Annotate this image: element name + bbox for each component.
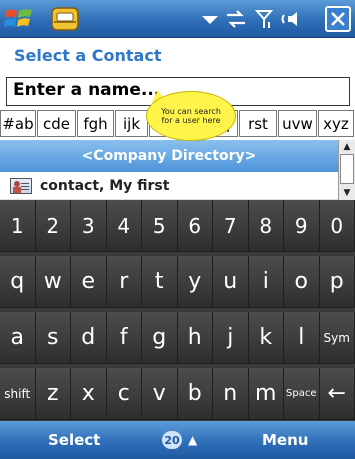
key-l[interactable]: l [284, 312, 320, 364]
input-panel-number: 20 [162, 431, 182, 449]
bottom-menu-bar: Select 20 ▲ Menu [0, 421, 355, 459]
key-1[interactable]: 1 [0, 200, 36, 252]
key-h[interactable]: h [177, 312, 213, 364]
key-m[interactable]: m [248, 368, 284, 420]
data-sync-icon [227, 10, 245, 28]
key-3[interactable]: 3 [71, 200, 107, 252]
group-tab-fgh[interactable]: fgh [77, 110, 114, 137]
key-c[interactable]: c [106, 368, 142, 420]
scroll-thumb[interactable] [340, 154, 354, 184]
key-t[interactable]: t [142, 256, 178, 308]
start-button[interactable] [2, 4, 40, 34]
group-tab-ab[interactable]: #ab [0, 110, 36, 137]
status-bar [0, 0, 355, 38]
key-shift[interactable]: shift [0, 368, 36, 420]
key-q[interactable]: q [0, 256, 36, 308]
key-z[interactable]: z [35, 368, 71, 420]
key-4[interactable]: 4 [106, 200, 142, 252]
keyboard-row-qwerty: q w e r t y u i o p [0, 256, 355, 308]
key-a[interactable]: a [0, 312, 36, 364]
key-0[interactable]: 0 [319, 200, 355, 252]
key-u[interactable]: u [213, 256, 249, 308]
key-6[interactable]: 6 [177, 200, 213, 252]
windows-start-icon [4, 9, 32, 27]
scroll-down-arrow-icon[interactable]: ▼ [339, 186, 355, 200]
key-space[interactable]: Space [284, 368, 320, 420]
close-icon [331, 12, 345, 26]
key-x[interactable]: x [71, 368, 107, 420]
key-k[interactable]: k [248, 312, 284, 364]
list-scrollbar[interactable]: ▲ ▼ [338, 140, 355, 200]
close-button[interactable] [325, 6, 351, 32]
input-panel-button[interactable]: 20 ▲ [162, 429, 216, 451]
key-v[interactable]: v [142, 368, 178, 420]
key-i[interactable]: i [248, 256, 284, 308]
search-tooltip: You can search for a user here [146, 91, 236, 141]
key-g[interactable]: g [142, 312, 178, 364]
key-n[interactable]: n [213, 368, 249, 420]
signal-arrow-icon [202, 16, 218, 24]
key-8[interactable]: 8 [248, 200, 284, 252]
group-tab-cde[interactable]: cde [37, 110, 76, 137]
group-tab-uvw[interactable]: uvw [278, 110, 317, 137]
group-tab-xyz[interactable]: xyz [318, 110, 354, 137]
key-e[interactable]: e [71, 256, 107, 308]
group-tab-rst[interactable]: rst [239, 110, 277, 137]
key-9[interactable]: 9 [284, 200, 320, 252]
key-j[interactable]: j [213, 312, 249, 364]
up-arrow-icon: ▲ [188, 433, 198, 447]
signal-strength-icon [254, 10, 274, 28]
key-sym[interactable]: Sym [319, 312, 355, 364]
key-5[interactable]: 5 [142, 200, 178, 252]
key-r[interactable]: r [106, 256, 142, 308]
inbox-button[interactable] [48, 4, 86, 34]
key-2[interactable]: 2 [35, 200, 71, 252]
key-p[interactable]: p [319, 256, 355, 308]
key-w[interactable]: w [35, 256, 71, 308]
key-o[interactable]: o [284, 256, 320, 308]
company-directory-row[interactable]: <Company Directory> [0, 140, 338, 172]
key-f[interactable]: f [106, 312, 142, 364]
keyboard-row-asdf: a s d f g h j k l Sym [0, 312, 355, 364]
inbox-icon [51, 7, 79, 31]
on-screen-keyboard: 1 2 3 4 5 6 7 8 9 0 q w e r t y u i o p … [0, 200, 355, 421]
scroll-up-arrow-icon[interactable]: ▲ [339, 140, 355, 154]
keyboard-row-zxcv: shift z x c v b n m Space ← [0, 368, 355, 420]
menu-softkey[interactable]: Menu [262, 421, 308, 459]
group-tab-ijk[interactable]: ijk [115, 110, 148, 137]
contact-name: contact, My first [40, 178, 170, 194]
key-s[interactable]: s [35, 312, 71, 364]
contact-card-icon [10, 178, 32, 194]
key-d[interactable]: d [71, 312, 107, 364]
key-7[interactable]: 7 [213, 200, 249, 252]
key-b[interactable]: b [177, 368, 213, 420]
contact-list-item[interactable]: contact, My first [0, 173, 338, 200]
backspace-key[interactable]: ← [319, 368, 355, 420]
select-softkey[interactable]: Select [48, 421, 100, 459]
page-header: Select a Contact [0, 38, 355, 72]
key-y[interactable]: y [177, 256, 213, 308]
speaker-icon[interactable] [280, 8, 304, 30]
page-title: Select a Contact [14, 46, 162, 65]
keyboard-row-digits: 1 2 3 4 5 6 7 8 9 0 [0, 200, 355, 252]
